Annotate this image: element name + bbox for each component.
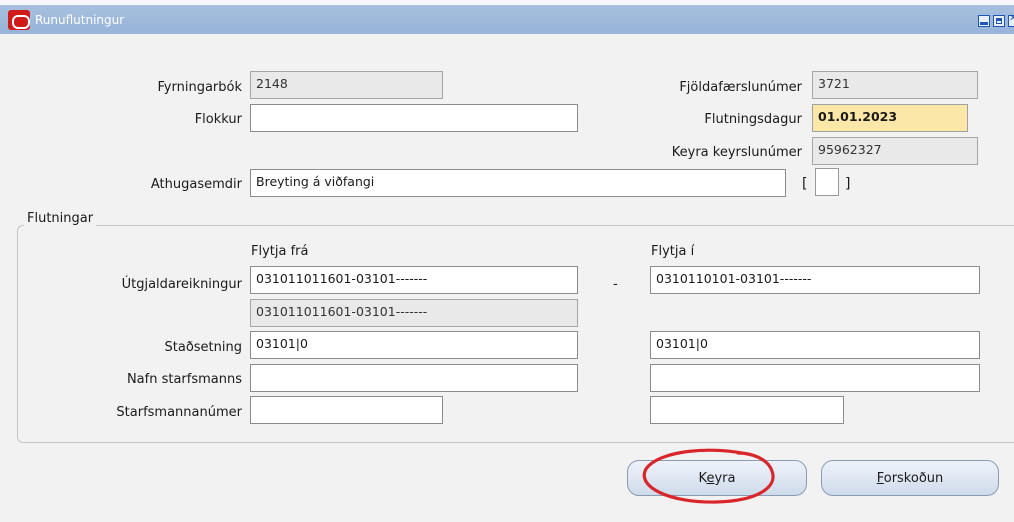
forskodun-button[interactable]: Forskoðun (821, 460, 999, 496)
starfsmannanumer-to-field[interactable] (650, 396, 844, 424)
flytja-fra-header: Flytja frá (251, 244, 309, 259)
oracle-logo-icon (8, 10, 30, 30)
flexfield-box[interactable] (815, 168, 839, 196)
keyra-keyrslunumer-field[interactable]: 95962327 (812, 137, 978, 165)
forskodun-button-label-end: orskoðun (883, 471, 944, 486)
stadsetning-to-field[interactable]: 03101|0 (650, 331, 980, 359)
athugasemdir-label: Athugasemdir (150, 177, 242, 192)
fyrningarbok-label: Fyrningarbók (157, 80, 242, 95)
flokkur-label: Flokkur (194, 112, 242, 127)
utgjaldareikningur-to-field[interactable]: 0310110101-03101------- (650, 266, 980, 294)
keyra-button[interactable]: Keyra (627, 460, 807, 496)
flutningar-group-title: Flutningar (24, 211, 97, 226)
flutningsdagur-label: Flutningsdagur (704, 112, 802, 127)
nafn-starfsmanns-to-field[interactable] (650, 364, 980, 392)
window-title-bar[interactable]: Runuflutningur (0, 0, 1014, 34)
flexfield-close-bracket: ] (845, 176, 851, 192)
flytja-i-header: Flytja í (651, 244, 695, 259)
nafn-starfsmanns-from-field[interactable] (250, 364, 578, 392)
starfsmannanumer-from-field[interactable] (250, 396, 443, 424)
keyra-keyrslunumer-label: Keyra keyrslunúmer (671, 145, 802, 160)
flutningsdagur-field[interactable]: 01.01.2023 (812, 104, 968, 132)
window-title: Runuflutningur (35, 13, 125, 27)
stadsetning-label: Staðsetning (164, 340, 242, 355)
fjoldafaerslunumer-field[interactable]: 3721 (812, 71, 978, 99)
utgjaldareikningur-from-field[interactable]: 031011011601-03101------- (250, 266, 578, 294)
fjoldafaerslunumer-label: Fjöldafærslunúmer (679, 80, 802, 95)
keyra-button-label-end: yra (714, 471, 736, 486)
close-icon[interactable] (1008, 13, 1014, 27)
maximize-icon[interactable] (993, 15, 1005, 27)
fyrningarbok-field[interactable]: 2148 (250, 71, 443, 99)
forskodun-button-mnemonic: F (876, 471, 884, 486)
minimize-icon[interactable] (978, 15, 990, 27)
utgjaldareikningur-label: Útgjaldareikningur (121, 277, 242, 292)
athugasemdir-field[interactable]: Breyting á viðfangi (250, 169, 786, 197)
stadsetning-from-field[interactable]: 03101|0 (250, 331, 578, 359)
flokkur-field[interactable] (250, 104, 578, 132)
flexfield-open-bracket: [ (802, 176, 808, 192)
account-separator: - (613, 277, 618, 292)
nafn-starfsmanns-label: Nafn starfsmanns (126, 372, 242, 387)
utgjaldareikningur-from-description: 031011011601-03101------- (250, 299, 578, 327)
starfsmannanumer-label: Starfsmannanúmer (116, 405, 242, 420)
